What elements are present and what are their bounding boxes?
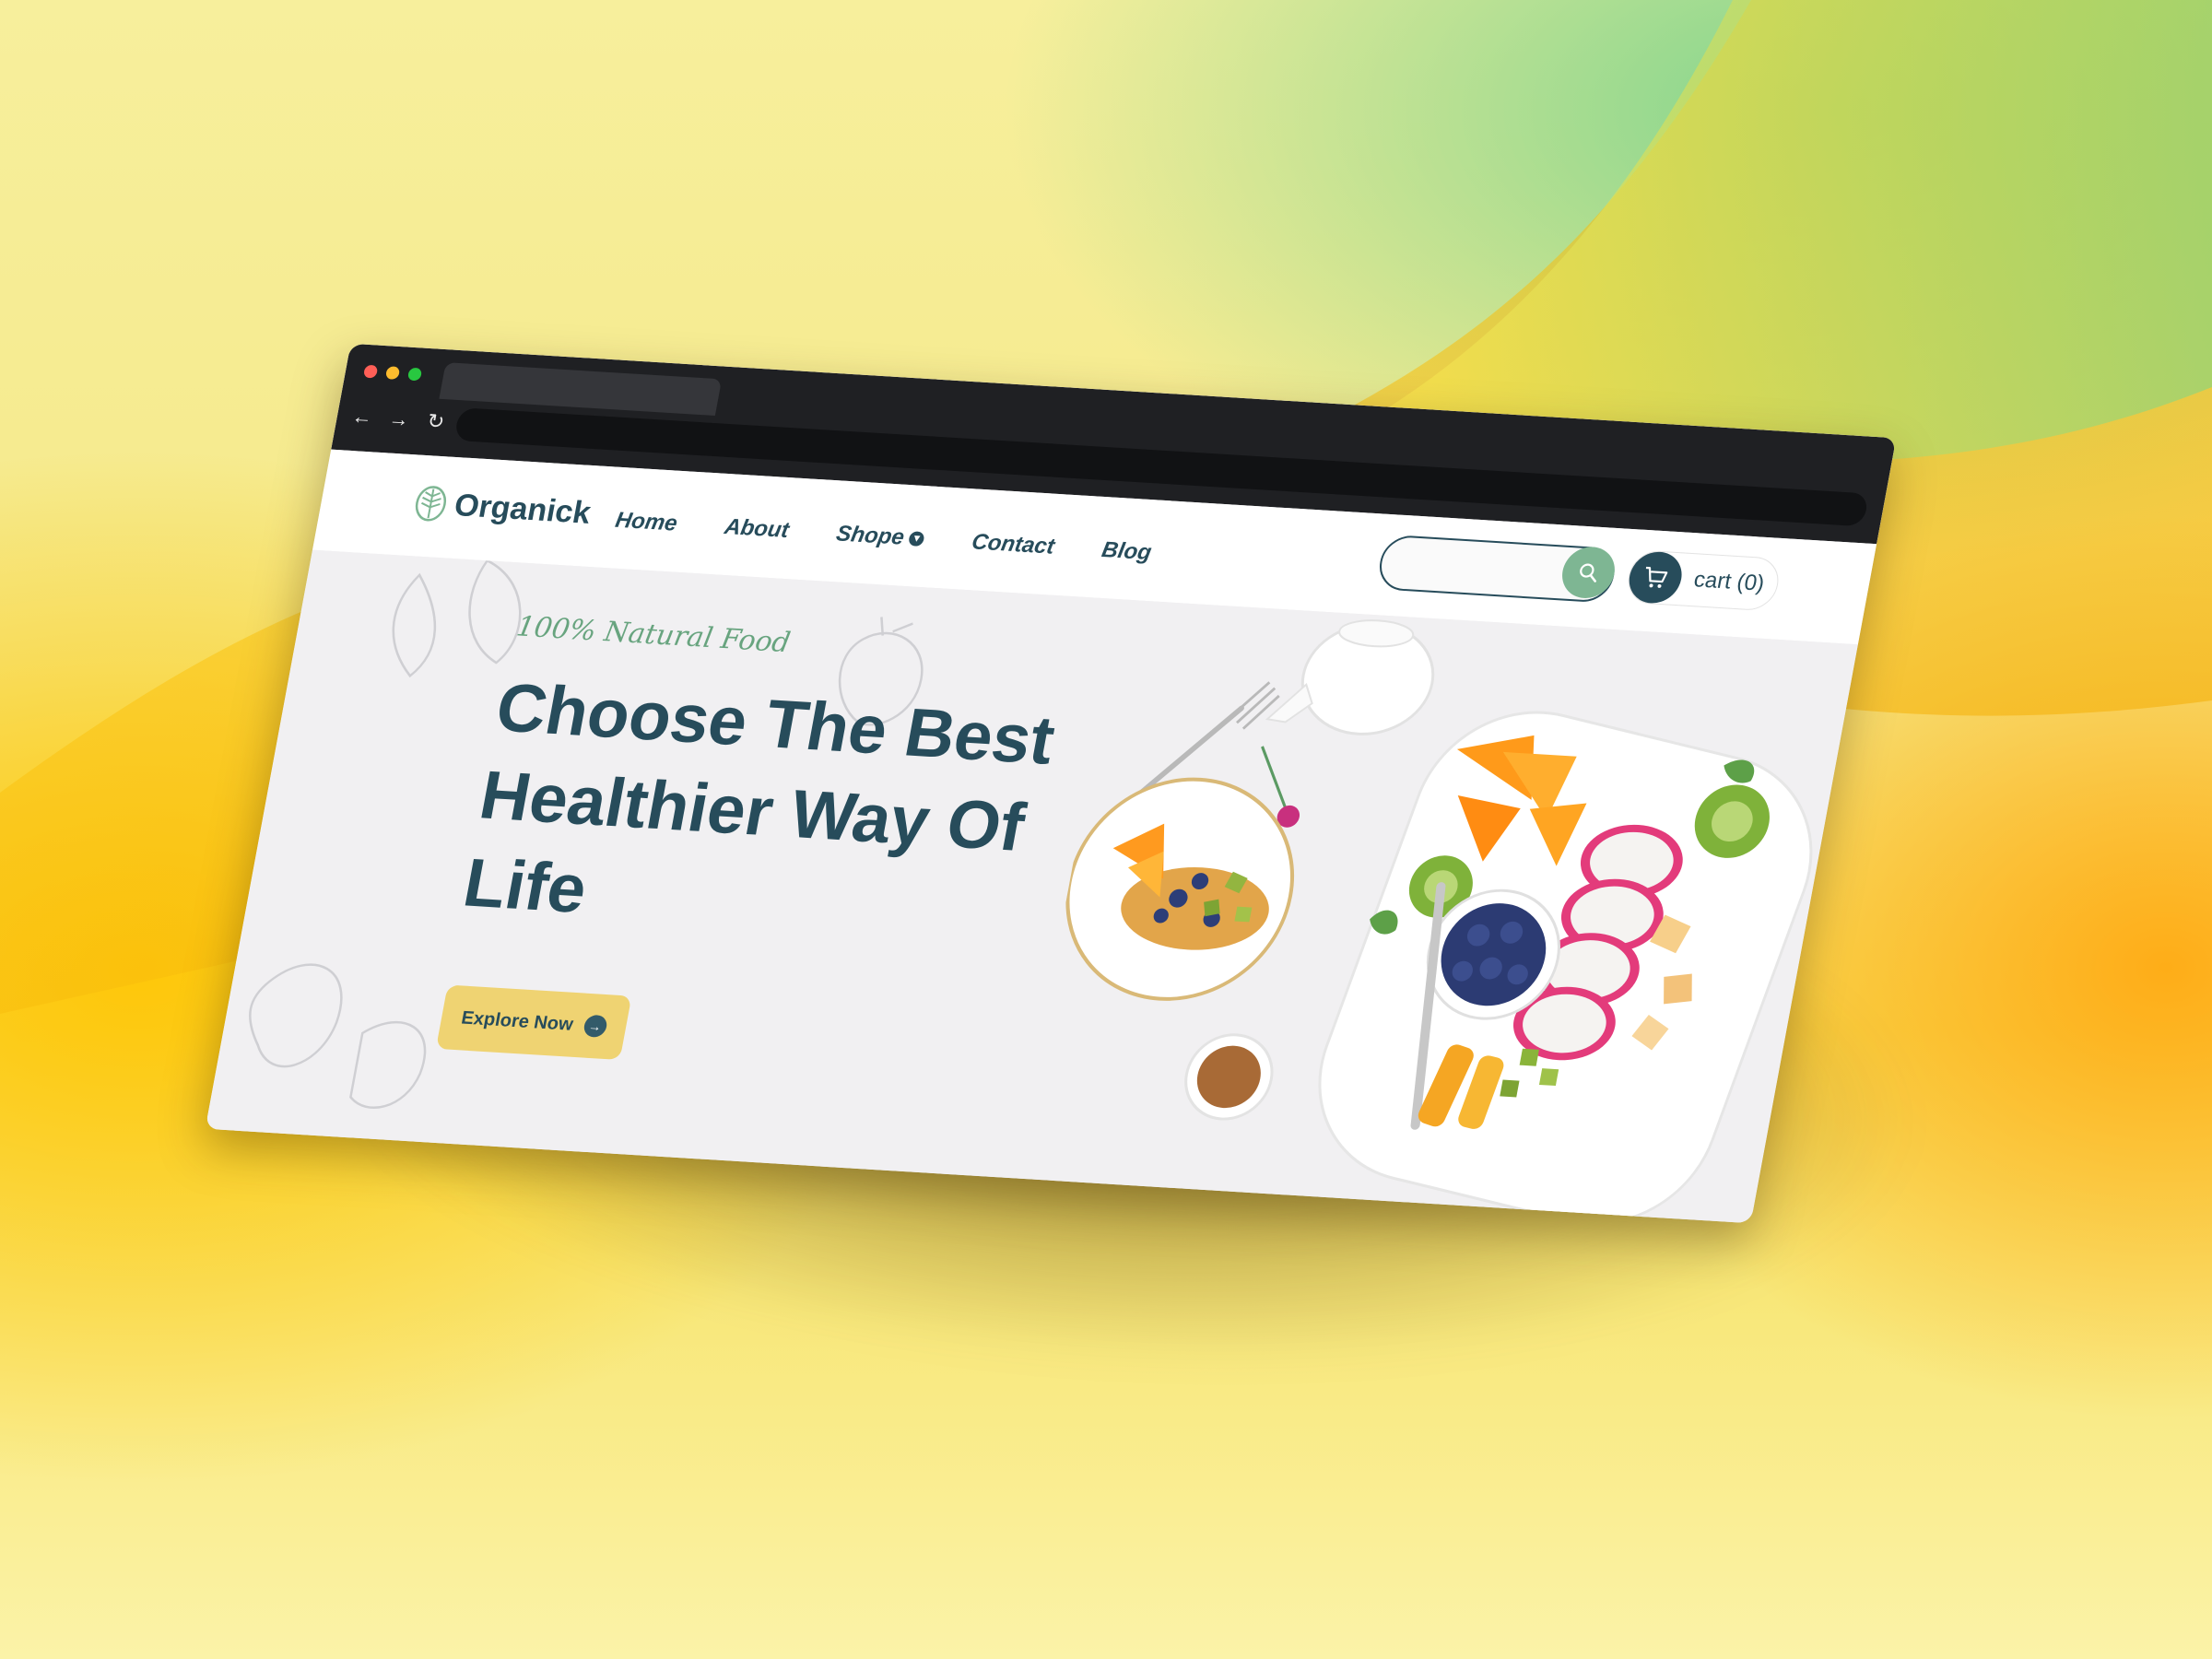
window-controls xyxy=(362,364,423,382)
minimize-window-button[interactable] xyxy=(384,366,401,380)
chevron-down-icon: ▼ xyxy=(908,531,926,547)
brand-name: Organick xyxy=(452,487,594,531)
leaf-logo-icon xyxy=(415,486,447,522)
search-button[interactable] xyxy=(1558,545,1619,600)
nav-contact[interactable]: Contact xyxy=(970,529,1056,559)
close-window-button[interactable] xyxy=(362,364,379,379)
browser-window: ← → ↻ Organick Home About Shope ▼ Contac… xyxy=(205,343,1897,1224)
cart-button[interactable]: cart (0) xyxy=(1623,549,1783,612)
search-box xyxy=(1375,534,1619,604)
arrow-right-icon: → xyxy=(582,1014,608,1038)
browser-tab[interactable] xyxy=(439,362,723,417)
explore-now-button[interactable]: Explore Now → xyxy=(435,984,632,1061)
nav-home[interactable]: Home xyxy=(613,508,680,537)
explore-now-label: Explore Now xyxy=(459,1007,575,1035)
maximize-window-button[interactable] xyxy=(406,367,423,382)
nav-blog[interactable]: Blog xyxy=(1100,537,1153,566)
hero-headline: Choose The Best Healthier Way Of Life xyxy=(457,668,1061,928)
browser-window-mockup: ← → ↻ Organick Home About Shope ▼ Contac… xyxy=(205,343,1897,1224)
forward-arrow-icon[interactable]: → xyxy=(387,407,412,432)
main-nav: Home About Shope ▼ Contact Blog xyxy=(613,508,1154,566)
food-plates-image xyxy=(1065,619,1813,1224)
cart-label: cart (0) xyxy=(1691,567,1767,596)
browser-nav-buttons: ← → ↻ xyxy=(350,405,449,434)
nav-shop-label: Shope xyxy=(834,521,907,550)
back-arrow-icon[interactable]: ← xyxy=(350,405,375,429)
hero-section: 100% Natural Food Choose The Best Health… xyxy=(205,549,1858,1224)
nav-shop[interactable]: Shope ▼ xyxy=(834,521,926,552)
cart-icon xyxy=(1625,550,1687,606)
nav-about[interactable]: About xyxy=(723,514,791,544)
site-logo[interactable]: Organick xyxy=(411,484,594,531)
search-input[interactable] xyxy=(1394,546,1551,589)
reload-icon[interactable]: ↻ xyxy=(423,409,448,434)
search-icon xyxy=(1580,563,1597,582)
